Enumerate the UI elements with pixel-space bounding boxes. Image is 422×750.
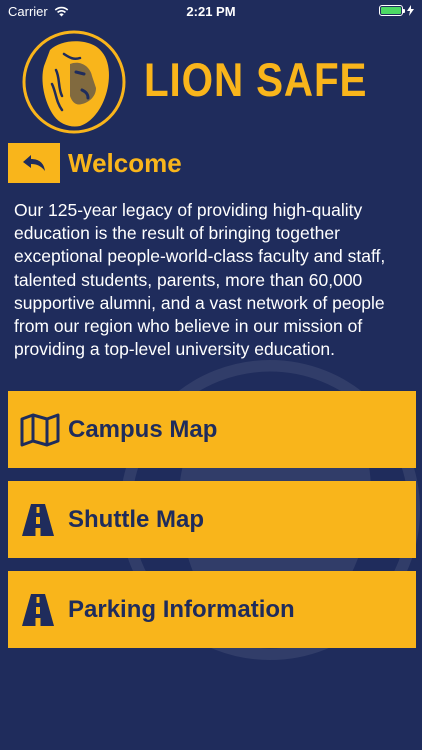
campus-map-button[interactable]: Campus Map: [8, 391, 416, 468]
back-arrow-icon: [23, 155, 45, 171]
app-header: LION SAFE: [22, 30, 412, 140]
back-button[interactable]: [8, 143, 60, 183]
road-icon: [20, 500, 64, 540]
map-icon: [20, 410, 64, 450]
shuttle-map-label: Shuttle Map: [68, 505, 204, 533]
parking-information-label: Parking Information: [68, 595, 295, 623]
shuttle-map-button[interactable]: Shuttle Map: [8, 481, 416, 558]
welcome-description: Our 125-year legacy of providing high-qu…: [14, 200, 386, 360]
campus-map-label: Campus Map: [68, 415, 218, 443]
battery-icon: [379, 5, 405, 16]
app-title: LION SAFE: [144, 53, 368, 106]
status-bar: Carrier 2:21 PM: [0, 0, 422, 22]
lion-head-icon: [22, 30, 126, 134]
page-title: Welcome: [68, 148, 182, 178]
road-icon: [20, 590, 64, 630]
parking-information-button[interactable]: Parking Information: [8, 571, 416, 648]
charging-bolt-icon: [407, 5, 414, 16]
status-time: 2:21 PM: [186, 4, 236, 19]
battery-group: [379, 5, 414, 16]
